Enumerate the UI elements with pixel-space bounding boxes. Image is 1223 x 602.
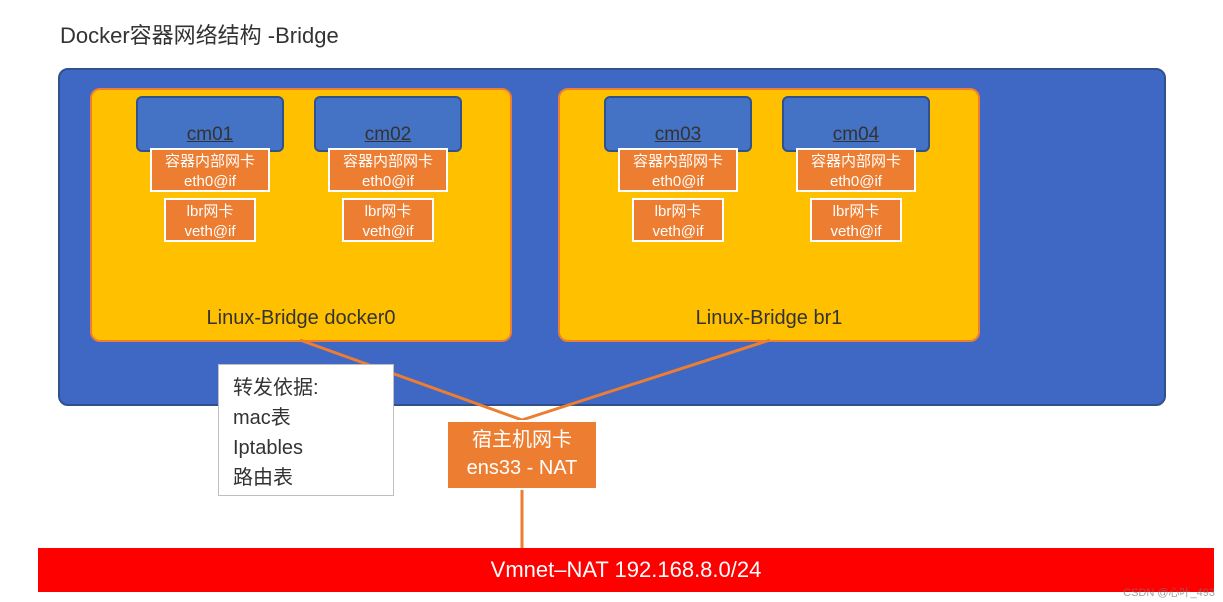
vmnet-nat-bar: Vmnet–NAT 192.168.8.0/24 [38,548,1214,592]
nic-label-line2: veth@if [344,222,432,242]
bridge-nic-veth: lbr网卡 veth@if [342,198,434,242]
nic-label-line2: eth0@if [798,172,914,192]
bridge-br1: cm03 容器内部网卡 eth0@if lbr网卡 veth@if cm04 容… [558,88,980,342]
nic-label-line2: eth0@if [330,172,446,192]
nic-label-line2: veth@if [634,222,722,242]
host-machine-box: cm01 容器内部网卡 eth0@if lbr网卡 veth@if cm02 容… [58,68,1166,406]
bridge-nic-veth: lbr网卡 veth@if [632,198,724,242]
container-nic-eth0: 容器内部网卡 eth0@if [150,148,270,192]
container-nic-eth0: 容器内部网卡 eth0@if [618,148,738,192]
bridge-docker0: cm01 容器内部网卡 eth0@if lbr网卡 veth@if cm02 容… [90,88,512,342]
container-name: cm03 [606,124,750,146]
container-name: cm01 [138,124,282,146]
host-nic-box: 宿主机网卡 ens33 - NAT [446,420,598,490]
bridge-label: Linux-Bridge docker0 [92,307,510,330]
container-nic-eth0: 容器内部网卡 eth0@if [796,148,916,192]
watermark: CSDN @心叶_493 [1123,584,1215,600]
nic-label-line1: lbr网卡 [166,202,254,222]
nic-label-line2: eth0@if [152,172,268,192]
nic-label-line1: 容器内部网卡 [620,152,736,172]
container-cm02: cm02 [314,96,462,152]
container-cm04: cm04 [782,96,930,152]
nic-label-line1: lbr网卡 [634,202,722,222]
container-nic-eth0: 容器内部网卡 eth0@if [328,148,448,192]
forward-line: mac表 [233,403,379,433]
bridge-label: Linux-Bridge br1 [560,307,978,330]
container-cm03: cm03 [604,96,752,152]
container-name: cm02 [316,124,460,146]
bridge-nic-veth: lbr网卡 veth@if [810,198,902,242]
nic-label-line1: lbr网卡 [344,202,432,222]
nic-label-line1: 容器内部网卡 [330,152,446,172]
host-nic-line2: ens33 - NAT [448,454,596,482]
container-name: cm04 [784,124,928,146]
forward-line: Iptables [233,433,379,463]
forward-line: 路由表 [233,463,379,493]
forwarding-rules-box: 转发依据: mac表 Iptables 路由表 [218,364,394,496]
host-nic-line1: 宿主机网卡 [448,426,596,454]
nic-label-line1: lbr网卡 [812,202,900,222]
nic-label-line2: veth@if [166,222,254,242]
nic-label-line2: eth0@if [620,172,736,192]
nic-label-line1: 容器内部网卡 [798,152,914,172]
forward-title: 转发依据: [233,373,379,403]
nic-label-line2: veth@if [812,222,900,242]
bridge-nic-veth: lbr网卡 veth@if [164,198,256,242]
container-cm01: cm01 [136,96,284,152]
diagram-title: Docker容器网络结构 -Bridge [60,18,339,50]
nic-label-line1: 容器内部网卡 [152,152,268,172]
